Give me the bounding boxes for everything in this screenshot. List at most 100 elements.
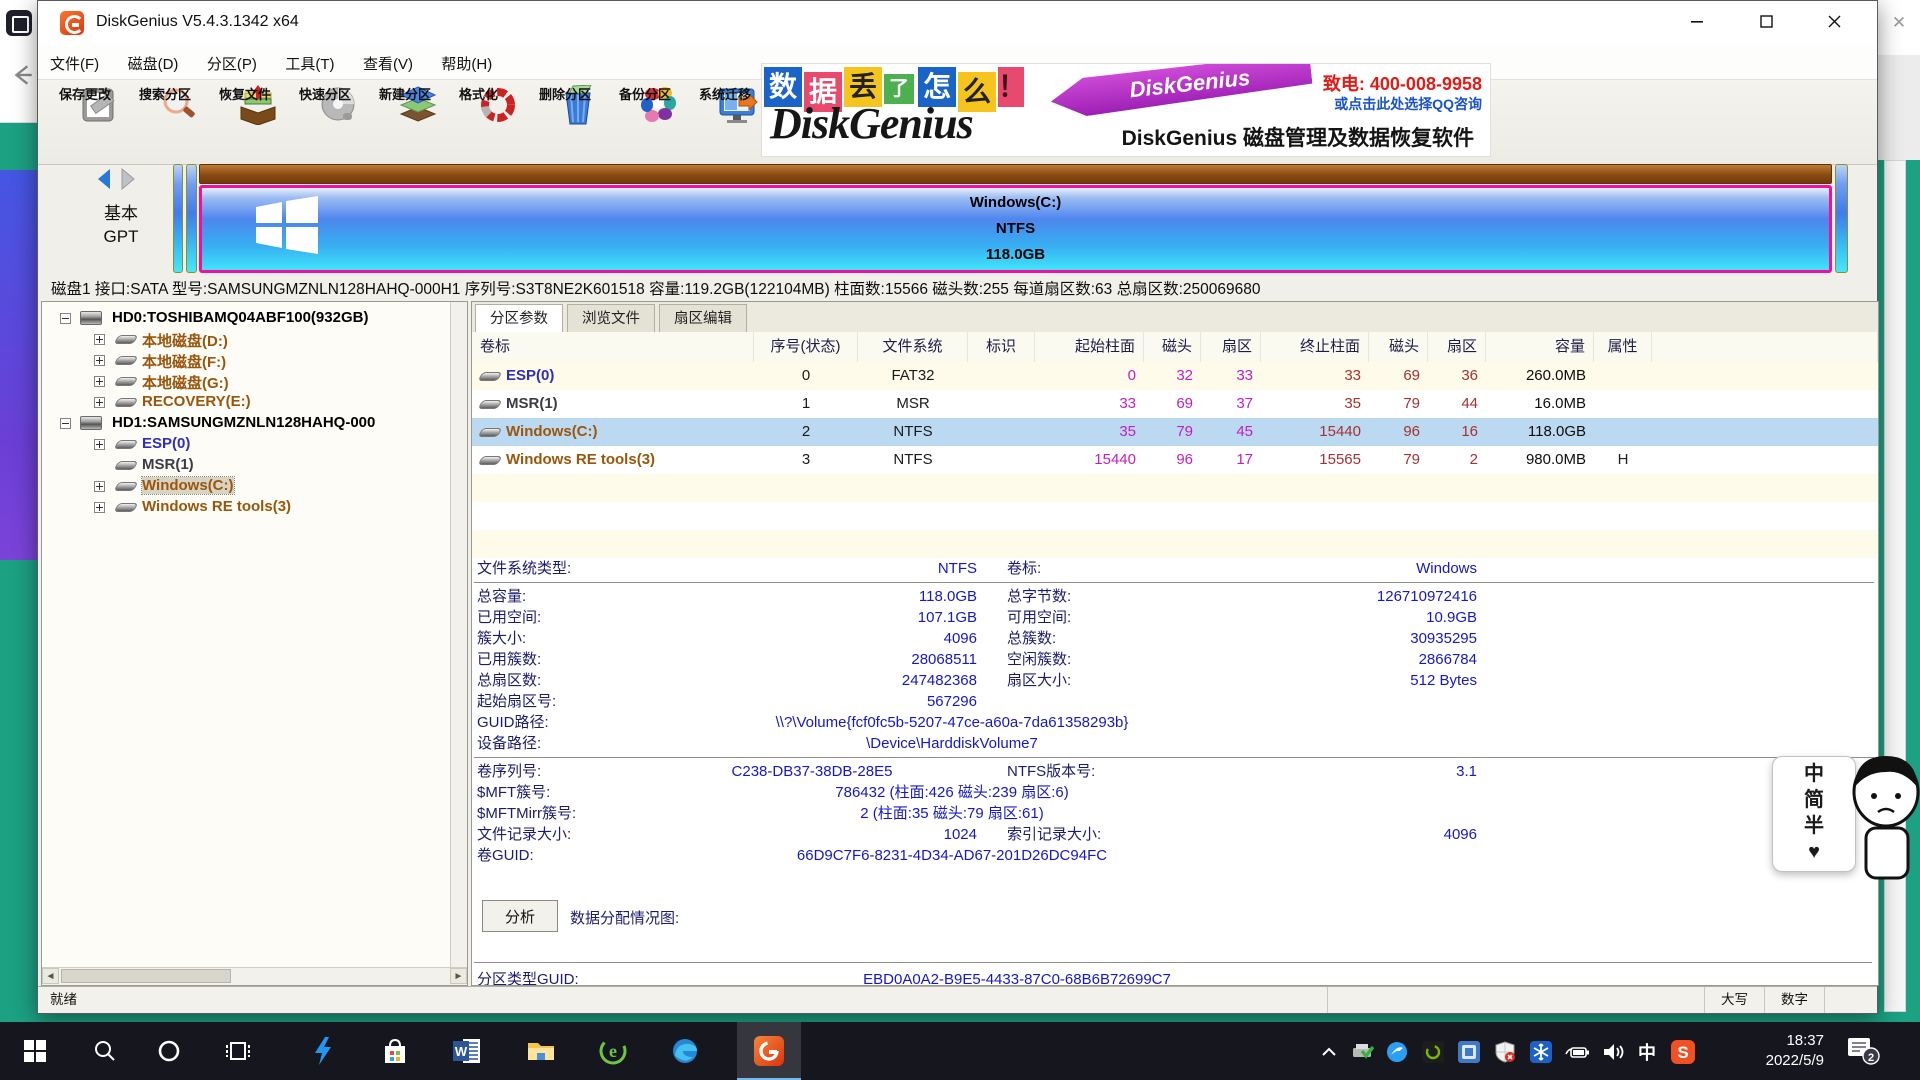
collapse-icon[interactable] — [60, 313, 71, 324]
tree-item-hd0[interactable]: HD0:TOSHIBAMQ04ABF100(932GB) — [42, 308, 467, 329]
tab-browse-files[interactable]: 浏览文件 — [567, 304, 655, 333]
menu-file[interactable]: 文件(F) — [38, 45, 111, 74]
start-button[interactable] — [18, 1034, 52, 1068]
tray-chevron-up-icon[interactable] — [1316, 1039, 1342, 1065]
taskbar-search-button[interactable] — [88, 1034, 122, 1068]
toolbar-label: 删除分区 — [539, 84, 591, 103]
flash-icon — [311, 1037, 335, 1065]
tray-sogou-icon[interactable]: S — [1670, 1039, 1696, 1065]
internet-explorer-button[interactable]: e — [596, 1034, 630, 1068]
maximize-button[interactable] — [1738, 1, 1794, 41]
word-button[interactable]: W — [450, 1034, 484, 1068]
tray-speaker-icon[interactable] — [1600, 1039, 1626, 1065]
banner-ad[interactable]: 数 据 丢 了 怎 么 ！ DiskGenius DiskGenius 致电: … — [761, 63, 1491, 157]
scrollbar-thumb[interactable] — [61, 969, 231, 983]
flash-app-button[interactable] — [306, 1034, 340, 1068]
ime-heart-icon[interactable]: ♥ — [1773, 839, 1855, 865]
scroll-right-icon[interactable]: ► — [450, 968, 467, 984]
expand-icon[interactable] — [94, 481, 105, 492]
quick-partition-button[interactable]: 快速分区 — [299, 82, 377, 161]
expand-icon[interactable] — [94, 502, 105, 513]
tray-nvidia-icon[interactable] — [1420, 1039, 1446, 1065]
expand-icon[interactable] — [94, 397, 105, 408]
tree-item-windows-c[interactable]: Windows(C:) — [42, 476, 467, 497]
ime-halfwidth[interactable]: 半 — [1773, 813, 1855, 839]
tree-item-msr[interactable]: MSR(1) — [42, 455, 467, 476]
menu-view[interactable]: 查看(V) — [351, 45, 425, 74]
menu-tools[interactable]: 工具(T) — [273, 45, 346, 74]
ime-lang[interactable]: 中 — [1773, 761, 1855, 787]
expand-icon[interactable] — [94, 334, 105, 345]
disk-nav-arrows[interactable] — [88, 167, 148, 191]
recover-files-button[interactable]: 恢复文件 — [219, 82, 297, 161]
edge-icon — [671, 1037, 699, 1065]
toolbar-label: 备份分区 — [619, 84, 671, 103]
tab-bar: 分区参数 浏览文件 扇区编辑 — [472, 302, 1878, 333]
tray-ime-indicator[interactable]: 中 — [1634, 1039, 1660, 1065]
expand-icon[interactable] — [94, 376, 105, 387]
new-partition-button[interactable]: 新建分区 — [379, 82, 457, 161]
diskgenius-logo-icon — [60, 11, 84, 35]
tree-item-label: 本地磁盘(D:) — [142, 330, 228, 351]
tree-item-esp[interactable]: ESP(0) — [42, 434, 467, 455]
clock-time: 18:37 — [1728, 1031, 1824, 1051]
tree-item-hd1[interactable]: HD1:SAMSUNGMZNLN128HAHQ-000 — [42, 413, 467, 434]
banner-qq-link[interactable]: 或点击此处选择QQ咨询 — [1334, 94, 1482, 114]
tree-item-local-f[interactable]: 本地磁盘(F:) — [42, 350, 467, 371]
taskbar-clock[interactable]: 18:37 2022/5/9 — [1728, 1031, 1824, 1071]
store-button[interactable] — [378, 1034, 412, 1068]
analyze-button[interactable]: 分析 — [482, 900, 558, 932]
menu-disk[interactable]: 磁盘(D) — [116, 45, 191, 74]
delete-partition-button[interactable]: 删除分区 — [539, 82, 617, 161]
tab-sector-edit[interactable]: 扇区编辑 — [659, 304, 747, 333]
menu-help[interactable]: 帮助(H) — [429, 45, 504, 74]
close-button[interactable] — [1806, 1, 1862, 41]
tab-partition-params[interactable]: 分区参数 — [475, 304, 563, 334]
mascot-cartoon — [1846, 748, 1920, 884]
cortana-button[interactable] — [152, 1034, 186, 1068]
tray-intel-graphics-icon[interactable] — [1456, 1039, 1482, 1065]
partition-block-msr[interactable] — [186, 164, 197, 273]
background-toolbar-fragment — [1878, 55, 1920, 160]
tree-item-local-g[interactable]: 本地磁盘(G:) — [42, 371, 467, 392]
save-changes-button[interactable]: 保存更改 — [59, 82, 137, 161]
partition-block-windows-c[interactable]: Windows(C:) NTFS 118.0GB — [199, 185, 1832, 273]
edge-button[interactable] — [668, 1034, 702, 1068]
scroll-left-icon[interactable]: ◄ — [42, 968, 59, 984]
collapse-icon[interactable] — [60, 418, 71, 429]
notification-center-button[interactable]: 2 — [1846, 1036, 1876, 1062]
tree-item-local-d[interactable]: 本地磁盘(D:) — [42, 329, 467, 350]
window-title: DiskGenius V5.4.3.1342 x64 — [96, 13, 299, 31]
backup-partition-button[interactable]: 备份分区 — [619, 82, 697, 161]
tree-vertical-scrollbar[interactable] — [450, 302, 467, 968]
expand-icon[interactable] — [94, 355, 105, 366]
tray-snowflake-icon[interactable] — [1528, 1039, 1554, 1065]
diskgenius-taskbar-button[interactable] — [752, 1034, 786, 1068]
format-button[interactable]: 格式化 — [459, 82, 537, 161]
taskbar: W e 中 S 18:37 2022/5/9 — [0, 1022, 1920, 1080]
search-partition-button[interactable]: 搜索分区 — [139, 82, 217, 161]
tree-item-windows-re[interactable]: Windows RE tools(3) — [42, 497, 467, 518]
table-row-esp[interactable]: ESP(0) 0FAT32 032 3333 6936 260.0MB — [472, 362, 1878, 390]
partition-block-esp[interactable] — [173, 164, 183, 273]
table-row-windows-re[interactable]: Windows RE tools(3) 3NTFS 1544096 171556… — [472, 446, 1878, 474]
tree-horizontal-scrollbar[interactable]: ◄ ► — [42, 967, 467, 985]
partition-block-re-tools[interactable] — [1835, 164, 1848, 273]
minimize-button[interactable] — [1669, 1, 1725, 41]
ime-status-widget[interactable]: 中 简 半 ♥ — [1772, 756, 1856, 872]
tray-battery-icon[interactable] — [1564, 1039, 1590, 1065]
tray-messenger-icon[interactable] — [1384, 1039, 1410, 1065]
ime-simplified[interactable]: 简 — [1773, 787, 1855, 813]
file-explorer-button[interactable] — [524, 1034, 558, 1068]
background-scrollbar[interactable] — [1884, 160, 1906, 1012]
tray-printer-icon[interactable] — [1350, 1039, 1376, 1065]
table-row-msr[interactable]: MSR(1) 1MSR 3369 3735 7944 16.0MB — [472, 390, 1878, 418]
tree-item-recovery-e[interactable]: RECOVERY(E:) — [42, 392, 467, 413]
task-view-button[interactable] — [222, 1034, 256, 1068]
expand-icon[interactable] — [94, 439, 105, 450]
table-row-windows-c-selected[interactable]: Windows(C:) 2NTFS 3579 4515440 9616 118.… — [472, 418, 1878, 446]
tray-security-shield-icon[interactable] — [1492, 1039, 1518, 1065]
menu-partition[interactable]: 分区(P) — [195, 45, 269, 74]
detail-row: 起始扇区号:567296 — [472, 691, 1878, 712]
volume-details: 文件系统类型:NTFS卷标:Windows 总容量:118.0GB总字节数:12… — [472, 558, 1878, 866]
